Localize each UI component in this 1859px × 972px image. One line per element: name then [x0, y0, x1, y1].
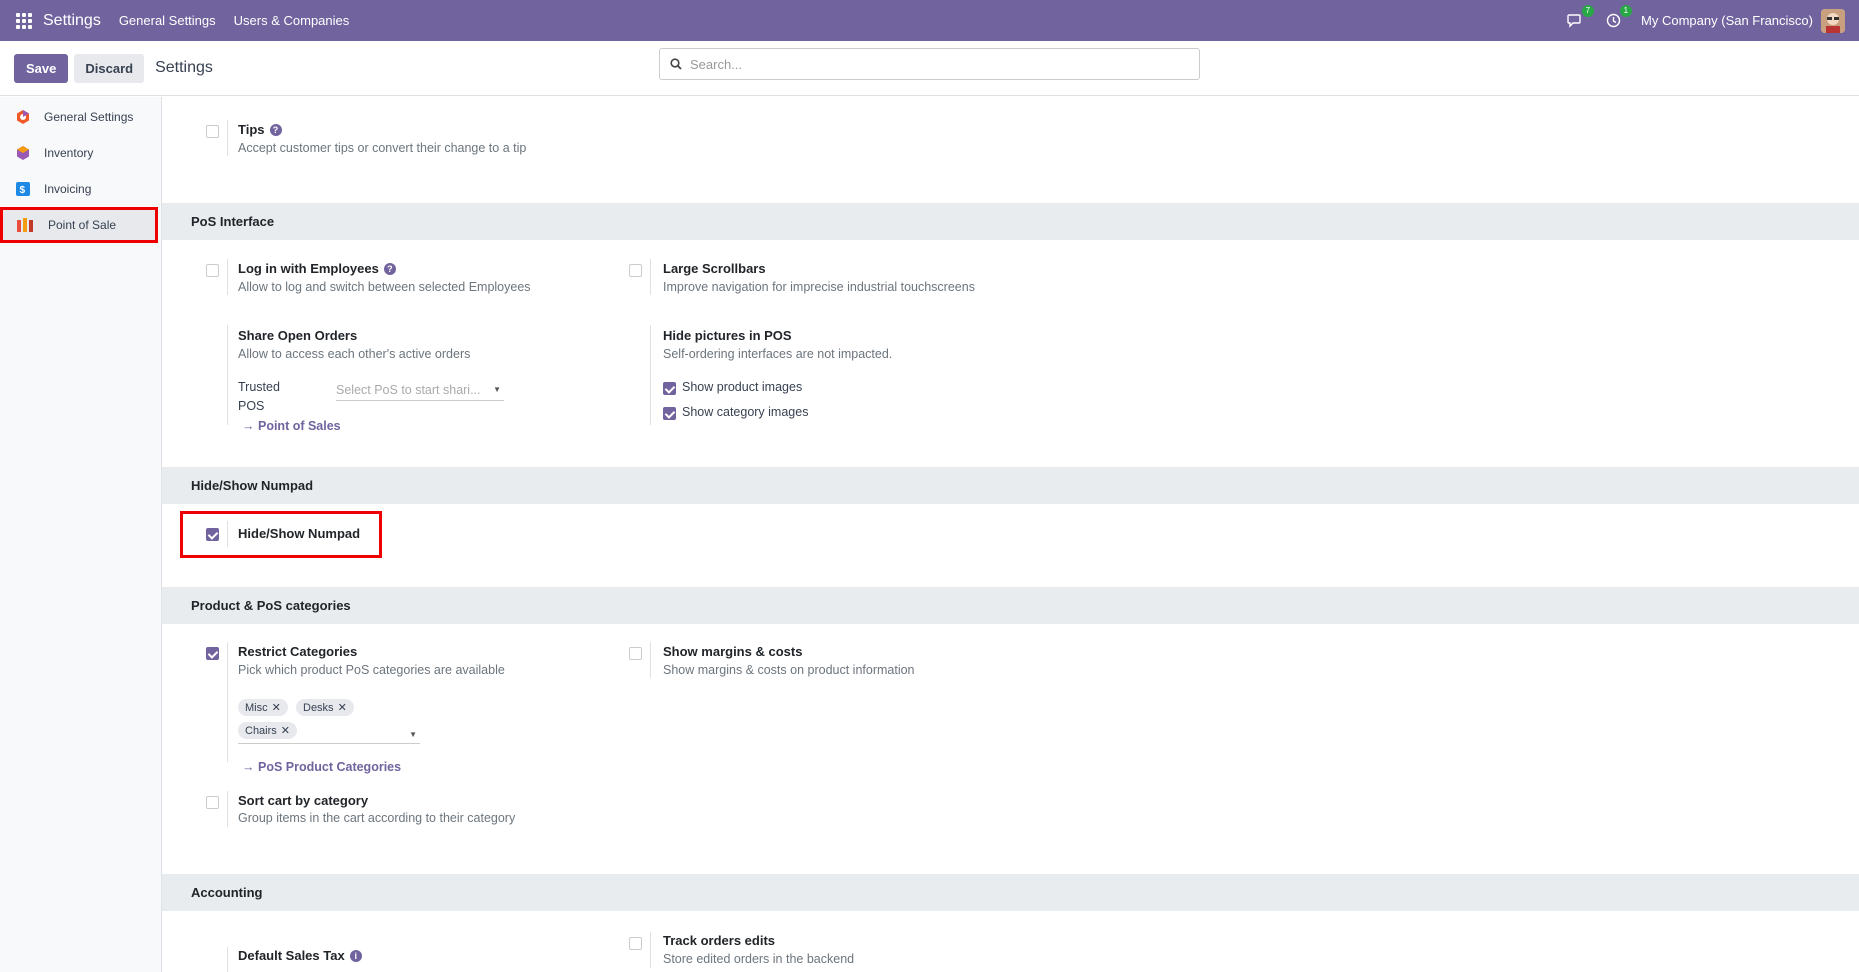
chevron-down-icon: ▼: [409, 730, 417, 739]
share-orders-title: Share Open Orders: [238, 328, 358, 343]
product-images-label: Show product images: [682, 380, 803, 394]
sidebar-item-label: Invoicing: [44, 182, 92, 196]
sidebar-item-invoicing[interactable]: $ Invoicing: [0, 171, 161, 207]
user-avatar[interactable]: [1821, 8, 1845, 33]
menu-general-settings[interactable]: General Settings: [119, 13, 216, 28]
track-edits-title: Track orders edits: [663, 933, 775, 948]
help-icon[interactable]: ?: [383, 263, 396, 275]
categories-select[interactable]: ▼: [238, 728, 420, 744]
divider: [650, 259, 651, 295]
sort-cart-desc: Group items in the cart according to the…: [238, 811, 516, 825]
large-scrollbars-title: Large Scrollbars: [663, 261, 766, 276]
margins-checkbox[interactable]: [629, 647, 642, 660]
track-edits-desc: Store edited orders in the backend: [663, 952, 855, 966]
settings-sidebar: General Settings Inventory $ Invoicing P…: [0, 97, 162, 972]
search-input[interactable]: [690, 56, 1170, 72]
top-navbar: Settings General Settings Users & Compan…: [0, 0, 1859, 41]
large-scrollbars-checkbox[interactable]: [629, 264, 642, 277]
sort-cart-title: Sort cart by category: [238, 793, 369, 808]
divider: [650, 325, 651, 425]
messages-badge: 7: [1581, 4, 1595, 17]
breadcrumb: Settings: [155, 59, 213, 76]
login-employees-checkbox[interactable]: [206, 264, 219, 277]
general-settings-icon: [17, 110, 29, 124]
divider: [227, 947, 228, 972]
chevron-down-icon: ▼: [493, 385, 501, 394]
tips-title: Tips?: [238, 122, 282, 137]
divider: [650, 642, 651, 678]
hide-pictures-title: Hide pictures in POS: [663, 328, 792, 343]
large-scrollbars-desc: Improve navigation for imprecise industr…: [663, 280, 975, 294]
divider: [650, 932, 651, 968]
search-box[interactable]: [659, 48, 1200, 80]
settings-content: Tips? Accept customer tips or convert th…: [162, 97, 1859, 972]
sidebar-item-label: General Settings: [44, 110, 134, 124]
share-orders-desc: Allow to access each other's active orde…: [238, 347, 471, 361]
pos-product-categories-link[interactable]: → PoS Product Categories: [242, 760, 401, 774]
sidebar-item-inventory[interactable]: Inventory: [0, 135, 161, 171]
category-images-label: Show category images: [682, 405, 809, 419]
category-tag: Misc ✕: [238, 699, 288, 716]
divider: [227, 791, 228, 827]
discard-button[interactable]: Discard: [74, 53, 145, 83]
close-icon[interactable]: ✕: [338, 702, 347, 714]
tips-desc: Accept customer tips or convert their ch…: [238, 141, 527, 155]
restrict-categories-title: Restrict Categories: [238, 644, 358, 659]
divider: [227, 259, 228, 295]
default-tax-title: Default Sales Tax i: [238, 948, 362, 963]
save-button[interactable]: Save: [14, 53, 69, 83]
category-tag: Desks ✕: [296, 699, 354, 716]
point-of-sale-icon: [17, 218, 33, 232]
sort-cart-checkbox[interactable]: [206, 796, 219, 809]
invoicing-icon: $: [16, 182, 30, 196]
activities-badge: 1: [1619, 4, 1633, 17]
restrict-categories-checkbox[interactable]: [206, 647, 219, 660]
arrow-right-icon: →: [242, 419, 258, 433]
margins-desc: Show margins & costs on product informat…: [663, 663, 915, 677]
svg-text:$: $: [20, 185, 26, 196]
tips-checkbox[interactable]: [206, 125, 219, 138]
menu-users-companies[interactable]: Users & Companies: [234, 13, 350, 28]
track-edits-checkbox[interactable]: [629, 937, 642, 950]
hide-pictures-desc: Self-ordering interfaces are not impacte…: [663, 347, 893, 361]
trusted-pos-select[interactable]: Select PoS to start shari... ▼: [336, 383, 504, 401]
divider: [227, 120, 228, 156]
login-employees-desc: Allow to log and switch between selected…: [238, 280, 531, 294]
category-images-checkbox[interactable]: [663, 407, 676, 420]
search-icon: [670, 58, 682, 70]
trusted-pos-label-2: POS: [238, 399, 265, 413]
inventory-icon: [17, 146, 29, 160]
sidebar-item-label: Point of Sale: [48, 218, 117, 232]
app-title[interactable]: Settings: [43, 12, 101, 30]
point-of-sales-link[interactable]: → Point of Sales: [242, 419, 341, 433]
highlight-box: [180, 511, 382, 558]
trusted-pos-label: Trusted: [238, 380, 280, 394]
arrow-right-icon: →: [242, 760, 258, 774]
company-switcher[interactable]: My Company (San Francisco): [1641, 13, 1813, 28]
divider: [227, 325, 228, 425]
sidebar-item-general-settings[interactable]: General Settings: [0, 99, 161, 135]
restrict-categories-desc: Pick which product PoS categories are av…: [238, 663, 505, 677]
messages-icon[interactable]: 7: [1565, 4, 1595, 31]
section-pos-interface: PoS Interface: [162, 203, 1859, 240]
section-categories: Product & PoS categories: [162, 587, 1859, 624]
margins-title: Show margins & costs: [663, 644, 803, 659]
divider: [227, 642, 228, 762]
info-icon[interactable]: i: [349, 950, 362, 962]
product-images-checkbox[interactable]: [663, 382, 676, 395]
help-icon[interactable]: ?: [269, 124, 282, 136]
login-employees-title: Log in with Employees?: [238, 261, 396, 276]
apps-menu-icon[interactable]: [15, 12, 33, 30]
sidebar-item-label: Inventory: [44, 146, 94, 160]
activities-icon[interactable]: 1: [1603, 4, 1633, 31]
close-icon[interactable]: ✕: [272, 702, 281, 714]
control-panel: Save Discard Settings: [0, 41, 1859, 96]
section-numpad: Hide/Show Numpad: [162, 467, 1859, 504]
section-accounting: Accounting: [162, 874, 1859, 911]
sidebar-item-point-of-sale[interactable]: Point of Sale: [0, 207, 158, 243]
